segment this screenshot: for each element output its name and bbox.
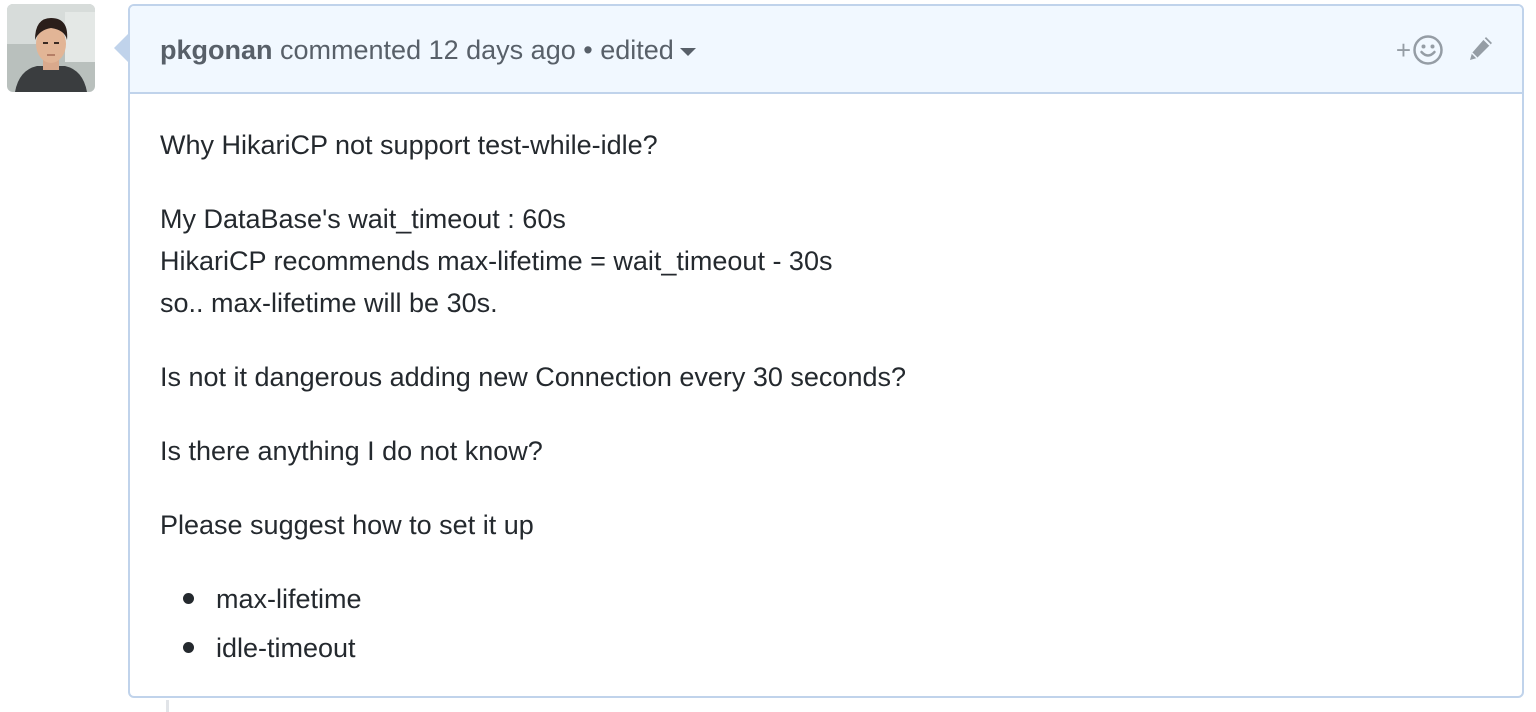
comment-action: commented <box>280 35 422 65</box>
smiley-icon <box>1413 35 1443 65</box>
list-item: idle-timeout <box>183 627 1480 669</box>
comment-timestamp[interactable]: 12 days ago <box>429 35 576 65</box>
pencil-icon <box>1470 36 1492 60</box>
config-line: My DataBase's wait_timeout : 60s <box>160 204 566 234</box>
comment-meta: pkgonan commented 12 days ago • edited <box>160 33 696 67</box>
user-avatar-photo <box>7 4 95 92</box>
bullet-icon <box>183 593 194 604</box>
paragraph-suggest: Please suggest how to set it up <box>160 510 534 540</box>
list-item-text: idle-timeout <box>216 633 356 663</box>
list-item-text: max-lifetime <box>216 584 362 614</box>
comment-body: Why HikariCP not support test-while-idle… <box>160 124 1480 676</box>
edited-label: edited <box>600 35 674 65</box>
caret-down-icon <box>679 47 696 56</box>
list-item: max-lifetime <box>183 578 1480 620</box>
add-reaction-button[interactable]: + <box>1396 34 1444 66</box>
user-avatar[interactable] <box>7 4 95 92</box>
comment-actions: + <box>1396 33 1496 67</box>
paragraph-config: My DataBase's wait_timeout : 60s HikariC… <box>160 198 1480 324</box>
config-line: so.. max-lifetime will be 30s. <box>160 288 498 318</box>
edited-dropdown[interactable]: edited <box>600 35 696 65</box>
paragraph-question: Why HikariCP not support test-while-idle… <box>160 130 658 160</box>
plus-label: + <box>1395 35 1411 65</box>
setting-list: max-lifetime idle-timeout <box>160 578 1480 669</box>
paragraph-danger: Is not it dangerous adding new Connectio… <box>160 362 906 392</box>
comment-pointer <box>114 32 130 64</box>
meta-separator: • <box>583 35 593 65</box>
edit-comment-button[interactable] <box>1466 33 1496 68</box>
author-link[interactable]: pkgonan <box>160 35 273 65</box>
config-line: HikariCP recommends max-lifetime = wait_… <box>160 246 833 276</box>
comment-header: pkgonan commented 12 days ago • edited + <box>130 6 1522 94</box>
paragraph-unknown: Is there anything I do not know? <box>160 436 543 466</box>
comment-box: pkgonan commented 12 days ago • edited + <box>114 4 1524 698</box>
timeline-line <box>166 700 169 712</box>
bullet-icon <box>183 642 194 653</box>
